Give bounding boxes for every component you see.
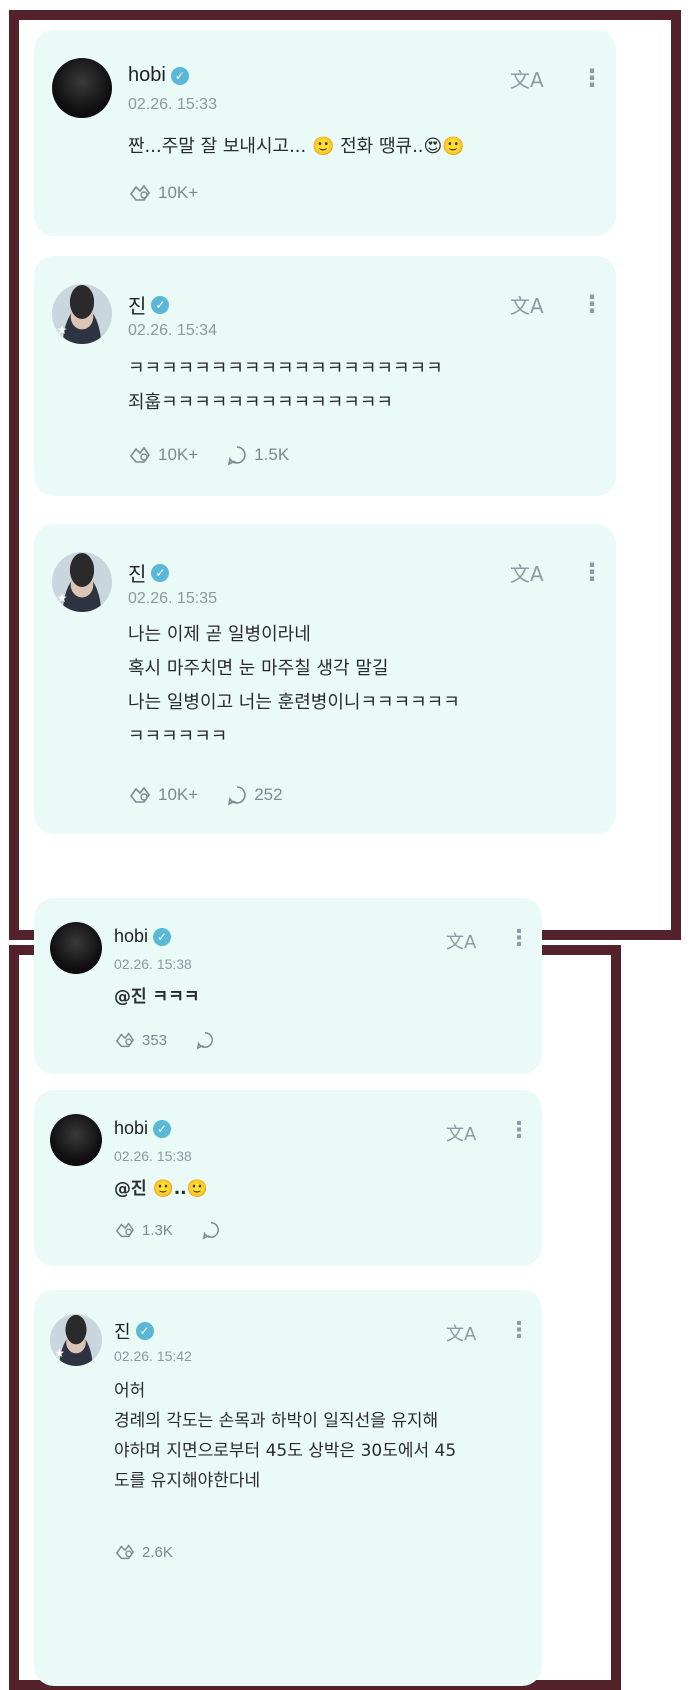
author-name[interactable]: hobi [114,926,148,947]
post-date: 02.26. 15:38 [114,1148,192,1164]
star-icon: ★ [54,1345,65,1360]
star-icon: ★ [56,322,68,337]
post-text: 어허 경례의 각도는 손목과 하박이 일직선을 유지해 야하며 지면으로부터 4… [114,1381,457,1491]
author-row: hobi ✓ [114,1118,172,1139]
post-card[interactable]: hobi ✓ 02.26. 15:38 @진 🙂..🙂 文A ⋮ 1.3K [34,1090,542,1266]
author-name[interactable]: 진 [114,1318,131,1344]
translate-icon[interactable]: 文A [510,290,544,319]
author-name[interactable]: hobi [114,1118,148,1139]
reaction-button[interactable]: 2.6K [114,1542,173,1562]
author-row: hobi ✓ [128,64,189,87]
more-vertical-icon[interactable]: ⋮ [580,560,604,584]
post-stats: 2.6K [114,1542,201,1562]
verified-icon: ✓ [153,927,172,946]
post-card[interactable]: hobi ✓ 02.26. 15:38 @진 ㅋㅋㅋ 文A ⋮ 353 [34,898,542,1074]
post-card[interactable]: ★ 진 ✓ 02.26. 15:35 나는 이제 곧 일병이라네 혹시 마주치면… [34,524,616,834]
post-text: ㅋㅋㅋㅋㅋㅋㅋㅋㅋㅋㅋㅋㅋㅋㅋㅋㅋㅋㅋ 죄훕ㅋㅋㅋㅋㅋㅋㅋㅋㅋㅋㅋㅋㅋㅋ [128,358,443,413]
avatar[interactable]: ★ [52,552,112,612]
reaction-count: 10K+ [158,183,199,202]
comment-count: 252 [254,785,283,804]
more-vertical-icon[interactable]: ⋮ [580,66,604,90]
reaction-count: 353 [142,1031,168,1049]
post-stats: 353 [114,1030,243,1050]
reaction-icon [115,1222,135,1238]
avatar[interactable]: ★ [50,1314,102,1366]
comment-count: 1.5K [254,445,290,464]
reaction-count: 1.3K [142,1221,173,1239]
reaction-count: 10K+ [158,785,199,804]
post-card[interactable]: hobi ✓ 02.26. 15:33 짠...주말 잘 보내시고... 🙂 전… [34,30,616,236]
post-text: @진 ㅋㅋㅋ [114,987,200,1007]
verified-icon: ✓ [170,66,189,85]
more-vertical-icon[interactable]: ⋮ [508,928,530,950]
reaction-button[interactable]: 1.3K [114,1220,173,1240]
translate-icon[interactable]: 文A [446,928,476,954]
comment-icon [228,786,246,806]
reaction-icon [129,786,150,803]
reaction-button[interactable]: 10K+ [128,182,198,204]
avatar[interactable] [52,58,112,118]
post-date: 02.26. 15:42 [114,1348,192,1364]
post-card[interactable]: ★ 진 ✓ 02.26. 15:42 어허 경례의 각도는 손목과 하박이 일직… [34,1290,542,1686]
post-date: 02.26. 15:35 [128,590,217,607]
more-vertical-icon[interactable]: ⋮ [508,1120,530,1142]
reaction-count: 10K+ [158,445,199,464]
author-row: 진 ✓ [128,290,170,319]
translate-icon[interactable]: 文A [510,558,544,587]
post-card[interactable]: ★ 진 ✓ 02.26. 15:34 ㅋㅋㅋㅋㅋㅋㅋㅋㅋㅋㅋㅋㅋㅋㅋㅋㅋㅋㅋ 죄… [34,256,616,496]
author-row: hobi ✓ [114,926,172,947]
avatar[interactable]: ★ [52,284,112,344]
post-text: 나는 이제 곧 일병이라네 혹시 마주치면 눈 마주칠 생각 말길 나는 일병이… [128,624,460,747]
comment-button[interactable]: 252 [226,784,283,806]
verified-icon: ✓ [153,1119,172,1138]
translate-icon[interactable]: 文A [510,64,544,93]
star-icon: ★ [56,590,68,605]
post-text: 짠...주말 잘 보내시고... 🙂 전화 땡큐..😍🙂 [128,136,465,157]
post-stats: 10K+ 252 [128,784,311,806]
verified-icon: ✓ [151,295,170,314]
reaction-icon [115,1032,135,1048]
verified-icon: ✓ [151,563,170,582]
comment-button[interactable] [201,1220,221,1240]
post-text: @진 🙂..🙂 [114,1179,208,1199]
post-date: 02.26. 15:33 [128,96,217,113]
reaction-icon [129,184,150,201]
reaction-button[interactable]: 10K+ [128,784,198,806]
reaction-icon [115,1544,135,1560]
author-row: 진 ✓ [114,1318,154,1344]
verified-icon: ✓ [135,1322,154,1340]
translate-icon[interactable]: 文A [446,1320,476,1346]
post-stats: 10K+ 1.5K [128,444,317,466]
author-name[interactable]: hobi [128,64,166,87]
more-vertical-icon[interactable]: ⋮ [508,1320,530,1342]
comment-icon [202,1222,219,1240]
more-vertical-icon[interactable]: ⋮ [580,292,604,316]
translate-icon[interactable]: 文A [446,1120,476,1146]
reaction-button[interactable]: 10K+ [128,444,198,466]
avatar[interactable] [50,922,102,974]
comment-button[interactable] [195,1030,215,1050]
comment-icon [228,446,246,466]
post-date: 02.26. 15:34 [128,322,217,339]
avatar[interactable] [50,1114,102,1166]
author-name[interactable]: 진 [128,558,146,587]
comment-icon [196,1032,213,1050]
author-row: 진 ✓ [128,558,170,587]
post-stats: 1.3K [114,1220,249,1240]
comment-button[interactable]: 1.5K [226,444,289,466]
reaction-icon [129,446,150,463]
post-date: 02.26. 15:38 [114,956,192,972]
reaction-button[interactable]: 353 [114,1030,167,1050]
reaction-count: 2.6K [142,1543,173,1561]
author-name[interactable]: 진 [128,290,146,319]
post-stats: 10K+ [128,182,226,204]
